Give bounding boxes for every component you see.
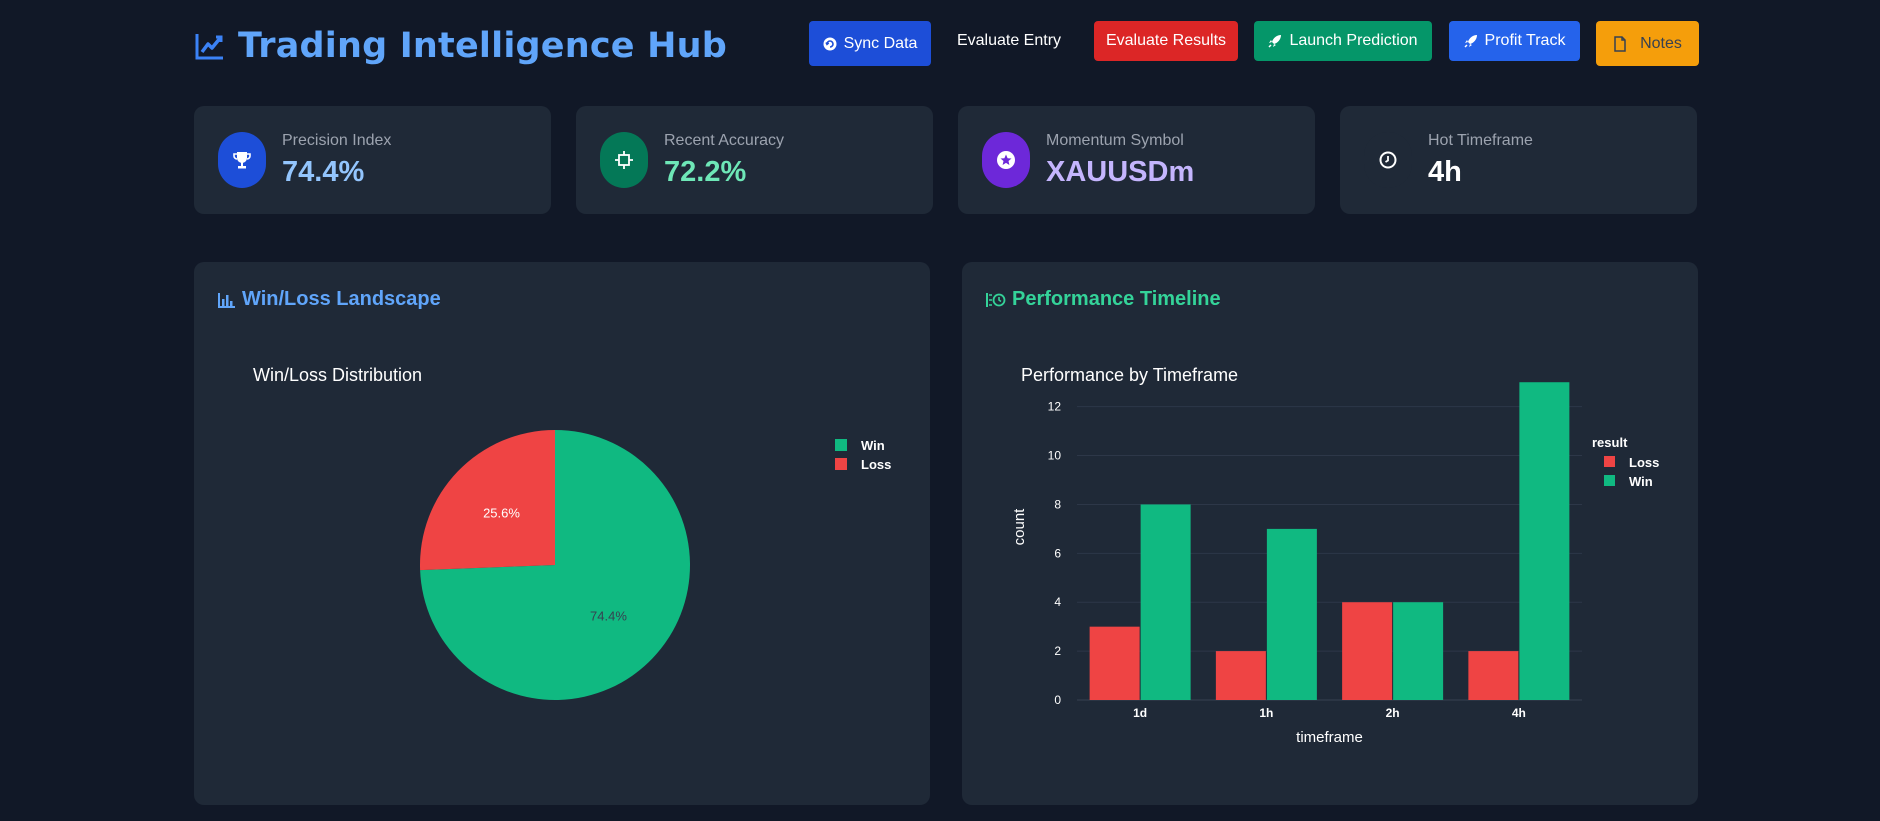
x-axis-title: timeframe bbox=[1296, 729, 1363, 746]
legend-label: Win bbox=[1629, 474, 1653, 489]
sync-data-label: Sync Data bbox=[843, 34, 918, 52]
clock-icon bbox=[1364, 132, 1412, 188]
pie-chart: 74.4% 25.6% Win Loss bbox=[420, 430, 891, 700]
bar-win-2h bbox=[1393, 602, 1444, 700]
stat-label: Hot Timeframe bbox=[1428, 132, 1533, 149]
y-tick-label: 4 bbox=[1054, 595, 1061, 609]
legend-label: Loss bbox=[1629, 455, 1659, 470]
evaluate-entry-label: Evaluate Entry bbox=[956, 32, 1062, 49]
bar-chart: 0 2 4 6 8 10 12 1d 1h 2h 4h timeframe count resultLos… bbox=[1011, 382, 1659, 746]
legend-title: result bbox=[1592, 435, 1628, 450]
evaluate-results-button[interactable]: Evaluate Results bbox=[1094, 21, 1238, 61]
stat-card-timeframe: Hot Timeframe 4h bbox=[1340, 106, 1697, 214]
bar-win-1h bbox=[1266, 528, 1317, 700]
x-tick-label: 1d bbox=[1133, 706, 1147, 720]
brand: Trading Intelligence Hub bbox=[194, 26, 727, 66]
stat-value: 74.4% bbox=[282, 156, 365, 188]
legend-swatch bbox=[1604, 475, 1615, 486]
bar-loss-1h bbox=[1215, 651, 1266, 700]
notes-button[interactable]: Notes bbox=[1596, 21, 1699, 66]
y-tick-label: 12 bbox=[1048, 400, 1062, 414]
bar-loss-2h bbox=[1342, 602, 1393, 700]
x-tick-label: 4h bbox=[1512, 706, 1526, 720]
bar-loss-4h bbox=[1468, 651, 1519, 700]
notes-label: Notes bbox=[1640, 34, 1682, 52]
x-tick-label: 2h bbox=[1386, 706, 1400, 720]
stat-value: 4h bbox=[1428, 156, 1462, 188]
stat-label: Momentum Symbol bbox=[1046, 132, 1184, 149]
trophy-icon bbox=[218, 132, 266, 188]
stat-label: Recent Accuracy bbox=[664, 132, 785, 149]
y-tick-label: 8 bbox=[1054, 497, 1061, 511]
rocket-icon bbox=[1268, 35, 1282, 48]
app-title: Trading Intelligence Hub bbox=[238, 26, 727, 66]
pie-slice-label: 25.6% bbox=[483, 505, 520, 520]
y-tick-label: 10 bbox=[1048, 449, 1062, 463]
sync-data-button[interactable]: Sync Data bbox=[809, 21, 931, 66]
rocket-icon bbox=[1464, 35, 1477, 48]
stat-card-accuracy: Recent Accuracy 72.2% bbox=[576, 106, 933, 214]
profit-track-label: Profit Track bbox=[1484, 32, 1566, 49]
evaluate-results-label: Evaluate Results bbox=[1105, 32, 1227, 49]
star-icon bbox=[982, 132, 1030, 188]
legend-swatch bbox=[1604, 456, 1615, 467]
y-axis-title: count bbox=[1011, 508, 1028, 546]
bar-win-4h bbox=[1519, 382, 1570, 700]
crosshair-icon bbox=[600, 132, 648, 188]
x-tick-label: 1h bbox=[1259, 706, 1273, 720]
stat-card-precision: Precision Index 74.4% bbox=[194, 106, 551, 214]
bar-win-1d bbox=[1140, 504, 1191, 700]
bar-loss-1d bbox=[1089, 626, 1140, 700]
stat-value: 72.2% bbox=[664, 156, 747, 188]
launch-prediction-button[interactable]: Launch Prediction bbox=[1254, 21, 1432, 61]
launch-prediction-label: Launch Prediction bbox=[1289, 32, 1418, 49]
stat-card-momentum: Momentum Symbol XAUUSDm bbox=[958, 106, 1315, 214]
profit-track-button[interactable]: Profit Track bbox=[1449, 21, 1580, 61]
legend-label: Win bbox=[861, 438, 885, 453]
chart-line-icon bbox=[194, 30, 226, 62]
y-tick-label: 6 bbox=[1054, 546, 1061, 560]
document-icon bbox=[1614, 35, 1626, 52]
evaluate-entry-button[interactable]: Evaluate Entry bbox=[950, 21, 1068, 61]
performance-panel: Performance Timeline Performance by Time… bbox=[962, 262, 1698, 805]
y-tick-label: 0 bbox=[1054, 693, 1061, 707]
header: Trading Intelligence Hub Sync Data Evalu… bbox=[194, 18, 1699, 72]
pie-slice-loss bbox=[420, 430, 555, 571]
win-loss-panel: Win/Loss Landscape Win/Loss Distribution… bbox=[194, 262, 930, 805]
y-tick-label: 2 bbox=[1054, 644, 1061, 658]
legend-swatch bbox=[835, 458, 847, 470]
legend-label: Loss bbox=[861, 457, 891, 472]
legend-swatch bbox=[835, 439, 847, 451]
pie-slice-label: 74.4% bbox=[590, 609, 627, 624]
stat-value: XAUUSDm bbox=[1046, 156, 1195, 188]
sync-icon bbox=[823, 37, 837, 50]
stat-label: Precision Index bbox=[282, 132, 392, 149]
